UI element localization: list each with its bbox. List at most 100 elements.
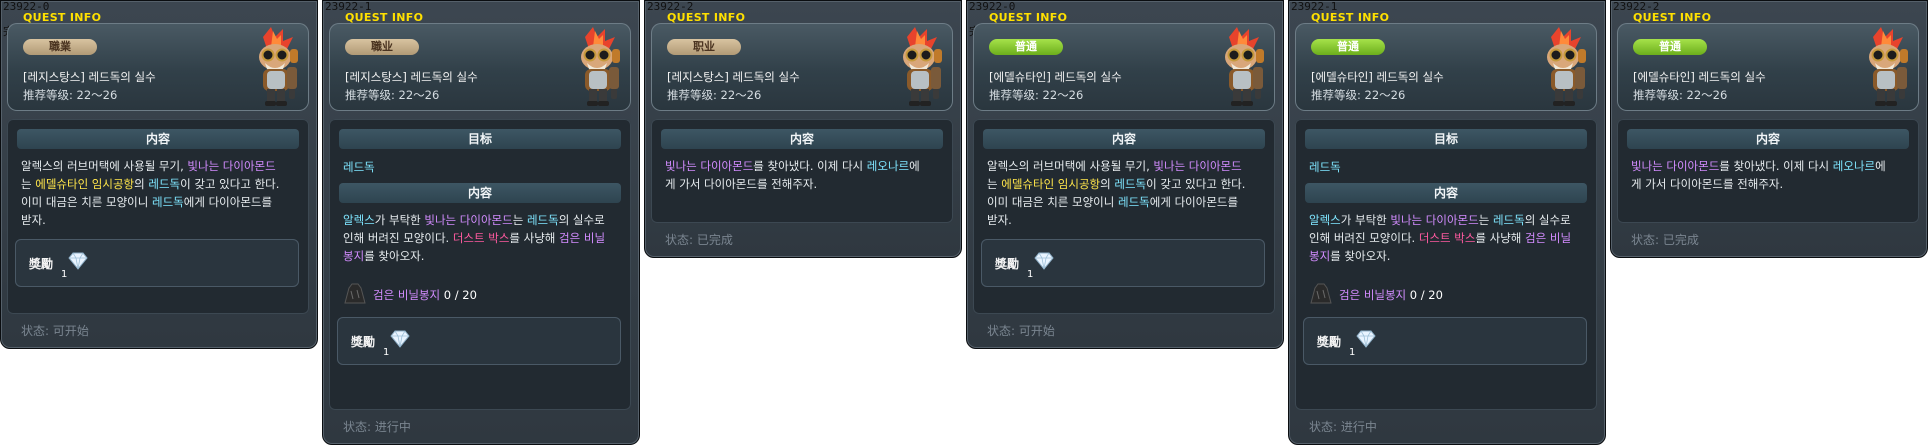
plain-text: 의 실수로 (558, 213, 605, 227)
target-header: 目标 (339, 129, 621, 149)
quest-name: [에델슈타인] 레드독의 실수 (989, 70, 1122, 84)
plain-text: 에 (1875, 159, 1886, 173)
plain-text: 는 (21, 177, 36, 191)
quest-description: 알렉스가 부탁한 빛나는 다이아몬드는 레드독의 실수로 인해 버려진 모양이다.… (343, 211, 623, 265)
quest-body: 目标 레드독 内容 알렉스가 부탁한 빛나는 다이아몬드는 레드독의 실수로 인해 버려… (329, 119, 631, 410)
plain-text: 는 (987, 177, 1002, 191)
quest-type-badge: 普通 (1633, 39, 1707, 55)
target-npc: 레드독 (1309, 160, 1341, 174)
plain-text: 받자. (987, 213, 1012, 227)
reward-count: 1 (383, 347, 390, 358)
item-count: 0 / 20 (440, 288, 477, 302)
plain-text: 의 실수로 (1524, 213, 1571, 227)
recommended-level: 推荐等级: 22～26 (345, 88, 440, 102)
plain-text: 를 찾아오자. (1330, 249, 1391, 263)
reward-box: 獎勵 1 (15, 239, 299, 287)
quest-type-badge: 职业 (667, 39, 741, 55)
quest-type-badge: 普通 (1311, 39, 1385, 55)
reward-count: 1 (1349, 347, 1356, 358)
content-line: 봉지를 찾아오자. (343, 247, 623, 265)
highlight-text: 레드독 (148, 177, 181, 191)
diamond-icon[interactable] (67, 251, 89, 271)
quest-type-badge: 職业 (345, 39, 419, 55)
plain-text: 를 찾아오자. (364, 249, 425, 263)
highlight-text: 알렉스 (343, 213, 375, 227)
reward-label: 獎勵 (995, 257, 1020, 271)
plain-text: 를 사냥해 (1475, 231, 1526, 245)
diamond-icon[interactable] (389, 329, 411, 349)
content-line: 인해 버려진 모양이다. 더스트 박스를 사냥해 검은 비닐 (343, 229, 623, 247)
content-line: 받자. (987, 211, 1267, 229)
plain-text: 이미 대금은 치른 모양이니 (21, 195, 153, 209)
content-line: 알렉스가 부탁한 빛나는 다이아몬드는 레드독의 실수로 (343, 211, 623, 229)
plain-text: 게 가서 다이아몬드를 전해주자. (665, 177, 818, 191)
content-line: 빛나는 다이아몬드를 찾아냈다. 이제 다시 레오나르에 (1631, 157, 1911, 175)
highlight-text: 레드독 (526, 213, 559, 227)
plain-text: 가 부탁한 (1340, 213, 1391, 227)
highlight-text: 레드독 (1114, 177, 1147, 191)
content-header: 内容 (983, 129, 1265, 149)
reward-count: 1 (61, 269, 68, 280)
recommended-level: 推荐等级: 22～26 (1311, 88, 1406, 102)
recommended-level: 推荐等级: 22～26 (667, 88, 762, 102)
item-count: 0 / 20 (1406, 288, 1443, 302)
black-vinyl-bag-icon (1309, 283, 1333, 305)
recommended-level: 推荐等级: 22～26 (989, 88, 1084, 102)
plain-text: 이 갖고 있다고 한다. (180, 177, 280, 191)
plain-text: 받자. (21, 213, 46, 227)
item-name: 검은 비닐봉지 (373, 288, 441, 302)
highlight-text: 레드독 (1492, 213, 1525, 227)
quest-header: 职业 [레지스탕스] 레드독의 실수 推荐等级: 22～26 (651, 23, 953, 111)
content-line: 인해 버려진 모양이다. 더스트 박스를 사냥해 검은 비닐 (1309, 229, 1589, 247)
quest-name: [레지스탕스] 레드독의 실수 (345, 70, 478, 84)
quest-name: [레지스탕스] 레드독의 실수 (23, 70, 156, 84)
plain-text: 는 (512, 213, 527, 227)
quest-header: 職業 [레지스탕스] 레드독의 실수 推荐等级: 22～26 (7, 23, 309, 111)
content-header: 内容 (339, 183, 621, 203)
quest-header: 普通 [에델슈타인] 레드독의 실수 推荐等级: 22～26 (1295, 23, 1597, 111)
plain-text: 를 찾아냈다. 이제 다시 (753, 159, 867, 173)
highlight-text: 레오나르 (866, 159, 910, 173)
quest-card: 23922-1 QUEST INFO 職业 [레지스탕스] 레드독의 실수 推荐等级: … (322, 0, 640, 445)
diamond-icon[interactable] (1033, 251, 1055, 271)
content-line: 게 가서 다이아몬드를 전해주자. (1631, 175, 1911, 193)
reward-box: 獎勵 1 (1303, 317, 1587, 365)
quest-status: 状态: 进行中 (343, 420, 411, 434)
quest-name: [에델슈타인] 레드독의 실수 (1633, 70, 1766, 84)
quest-body: 内容 알렉스의 러브머택에 사용될 무기, 빛나는 다이아몬드 는 에델슈타인 임시… (973, 119, 1275, 314)
quest-card: 23922-0QUEST INFO完成前職業[레지스탕스] 레드독의 실수推荐等… (0, 0, 318, 349)
quest-description: 알렉스의 러브머택에 사용될 무기, 빛나는 다이아몬드 는 에델슈타인 임시공항… (21, 157, 301, 229)
recommended-level: 推荐等级: 22～26 (23, 88, 118, 102)
highlight-text: 알렉스 (1309, 213, 1341, 227)
highlight-text: 검은 비닐 (559, 231, 606, 245)
plain-text: 가 부탁한 (374, 213, 425, 227)
reward-count: 1 (1027, 269, 1034, 280)
quest-body: 内容 알렉스의 러브머택에 사용될 무기, 빛나는 다이아몬드 는 에델슈타인 임시… (7, 119, 309, 314)
item-name: 검은 비닐봉지 (1339, 288, 1407, 302)
npc-portrait (871, 23, 951, 111)
content-line: 이미 대금은 치른 모양이니 레드독에게 다이아몬드를 (987, 193, 1267, 211)
content-line: 는 에델슈타인 임시공항의 레드독이 갖고 있다고 한다. (21, 175, 301, 193)
content-header: 内容 (17, 129, 299, 149)
reward-box: 獎勵 1 (337, 317, 621, 365)
npc-portrait (227, 23, 307, 111)
npc-portrait (1193, 23, 1273, 111)
quest-description: 알렉스의 러브머택에 사용될 무기, 빛나는 다이아몬드 는 에델슈타인 임시공항… (987, 157, 1267, 229)
black-vinyl-bag-icon (343, 283, 367, 305)
diamond-icon[interactable] (1355, 329, 1377, 349)
quest-card: 23922-2 QUEST INFO 普通 [에델슈타인] 레드독의 실수 推荐等级: … (1610, 0, 1928, 258)
quest-item-progress: 검은 비닐봉지 0 / 20 (1339, 287, 1443, 303)
reward-label: 獎勵 (29, 257, 54, 271)
quest-name: [레지스탕스] 레드독의 실수 (667, 70, 800, 84)
quest-description: 알렉스가 부탁한 빛나는 다이아몬드는 레드독의 실수로 인해 버려진 모양이다.… (1309, 211, 1589, 265)
content-line: 게 가서 다이아몬드를 전해주자. (665, 175, 945, 193)
quest-card: 23922-2 QUEST INFO 职业 [레지스탕스] 레드독의 실수 推荐等级: … (644, 0, 962, 258)
plain-text: 이미 대금은 치른 모양이니 (987, 195, 1119, 209)
highlight-text: 레오나르 (1832, 159, 1876, 173)
highlight-text: 빛나는 다이아몬드 (187, 159, 276, 173)
plain-text: 인해 버려진 모양이다. (343, 231, 453, 245)
highlight-text: 봉지 (1309, 249, 1331, 263)
quest-status: 状态: 进行中 (1309, 420, 1377, 434)
quest-status: 状态: 可开始 (21, 324, 89, 338)
highlight-text: 빛나는 다이아몬드 (665, 159, 754, 173)
